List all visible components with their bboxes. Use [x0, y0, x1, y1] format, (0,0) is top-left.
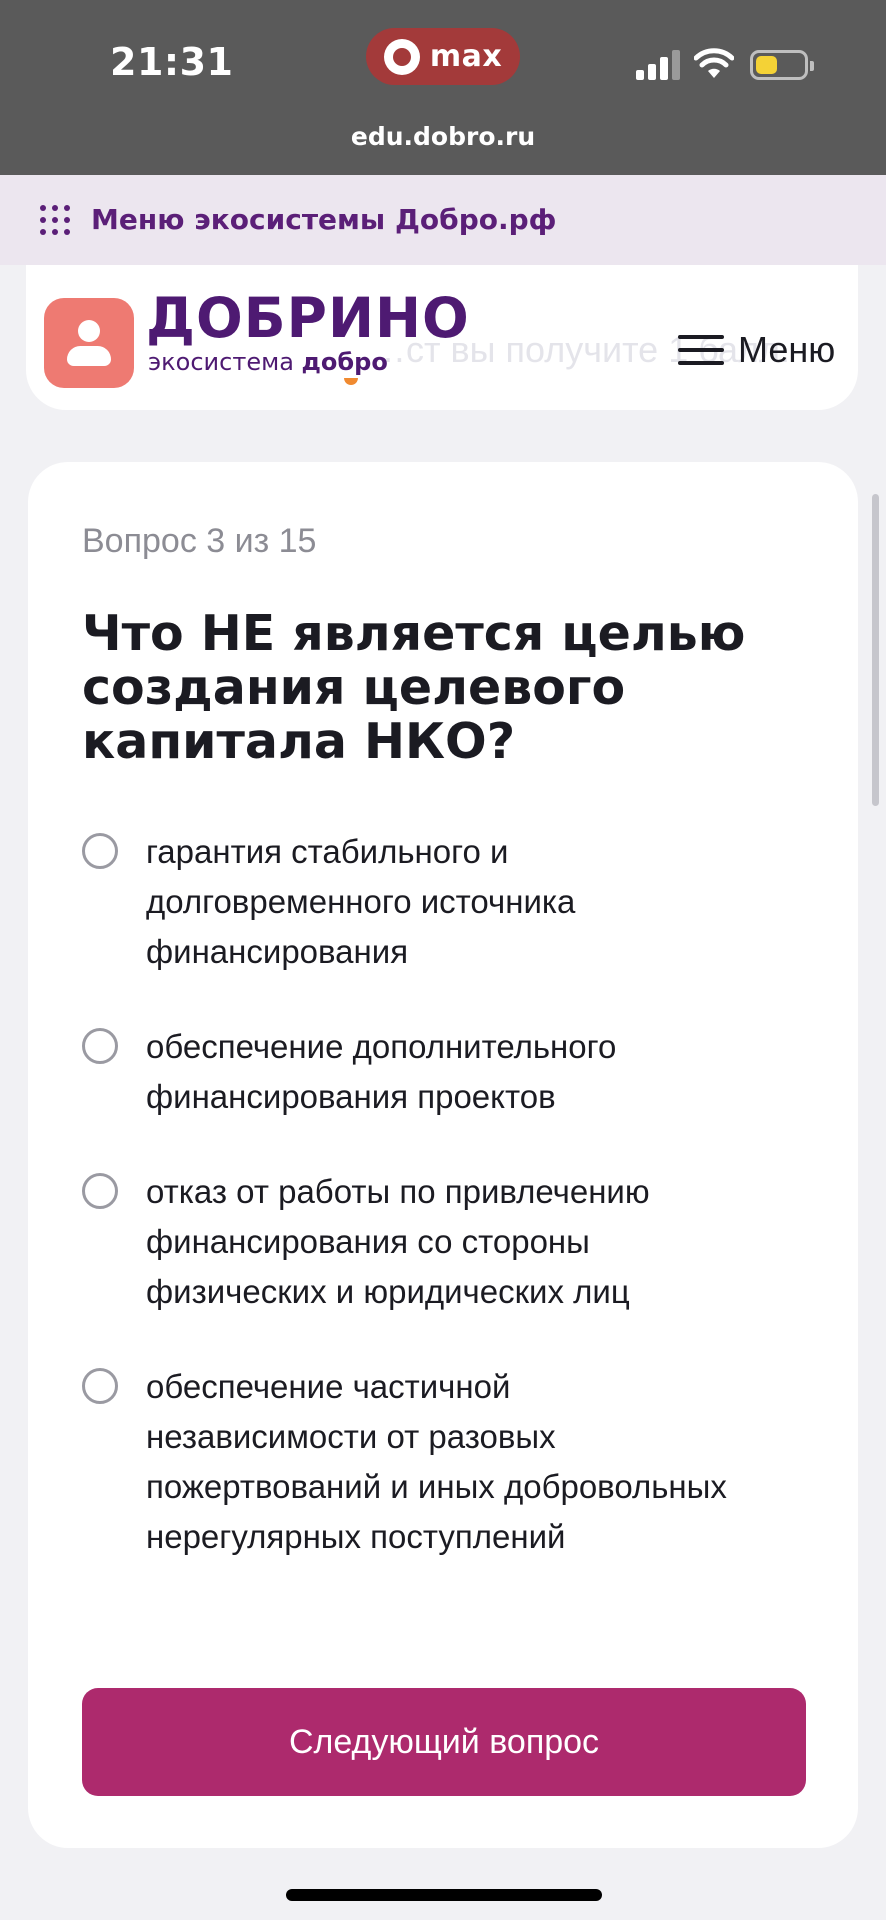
menu-label: Меню	[738, 329, 836, 370]
answer-option-text: обеспечение дополнительного финансирован…	[146, 1028, 617, 1115]
question-counter: Вопрос 3 из 15	[82, 522, 317, 560]
menu-button[interactable]: Меню	[678, 325, 835, 375]
brand-subtitle-plain: экосистема	[148, 348, 294, 376]
question-card: Вопрос 3 из 15 Что НЕ является целью соз…	[28, 462, 858, 1848]
radio-button[interactable]	[82, 1028, 118, 1064]
answer-option[interactable]: обеспечение частичной независимости от р…	[82, 1362, 802, 1562]
site-header: …ст вы получите 1 балл. ДОБРИНО экосисте…	[26, 265, 858, 410]
answer-option-text: гарантия стабильного и долговременного и…	[146, 833, 576, 970]
radio-button[interactable]	[82, 1173, 118, 1209]
brand-smile-mark	[344, 378, 358, 385]
battery-level	[756, 56, 777, 74]
answer-option[interactable]: отказ от работы по привлечению финансиро…	[82, 1167, 802, 1317]
answer-options: гарантия стабильного и долговременного и…	[82, 827, 802, 1607]
battery-icon	[750, 50, 814, 80]
address-bar-url[interactable]: edu.dobro.ru	[0, 122, 886, 151]
radio-button[interactable]	[82, 833, 118, 869]
answer-option-text: отказ от работы по привлечению финансиро…	[146, 1173, 650, 1310]
home-indicator[interactable]	[286, 1889, 602, 1901]
answer-option-text: обеспечение частичной независимости от р…	[146, 1368, 727, 1555]
brand-name[interactable]: ДОБРИНО	[146, 291, 470, 346]
wifi-icon	[694, 48, 734, 78]
max-label: max	[429, 39, 503, 74]
dobrino-logo-icon[interactable]	[44, 298, 134, 388]
max-logo-icon	[383, 38, 420, 75]
cellular-signal-icon	[636, 50, 682, 80]
max-messenger-pill[interactable]: max	[366, 28, 520, 85]
answer-option[interactable]: гарантия стабильного и долговременного и…	[82, 827, 802, 977]
question-title: Что НЕ является целью создания целевого …	[82, 605, 746, 770]
status-bar: 21:31 max edu.dobro.ru	[0, 0, 886, 175]
status-time: 21:31	[110, 40, 234, 84]
brand-subtitle: экосистема добро	[148, 350, 388, 374]
hamburger-icon	[678, 335, 724, 365]
answer-option[interactable]: обеспечение дополнительного финансирован…	[82, 1022, 802, 1122]
brand-subtitle-bold: добро	[301, 348, 388, 376]
ecosystem-menu-label: Меню экосистемы Добро.рф	[91, 203, 557, 236]
page-scrollbar[interactable]	[872, 494, 879, 806]
radio-button[interactable]	[82, 1368, 118, 1404]
next-question-button[interactable]: Следующий вопрос	[82, 1688, 806, 1796]
grid-dots-icon	[40, 205, 70, 235]
ecosystem-menu-bar[interactable]: Меню экосистемы Добро.рф	[0, 175, 886, 265]
